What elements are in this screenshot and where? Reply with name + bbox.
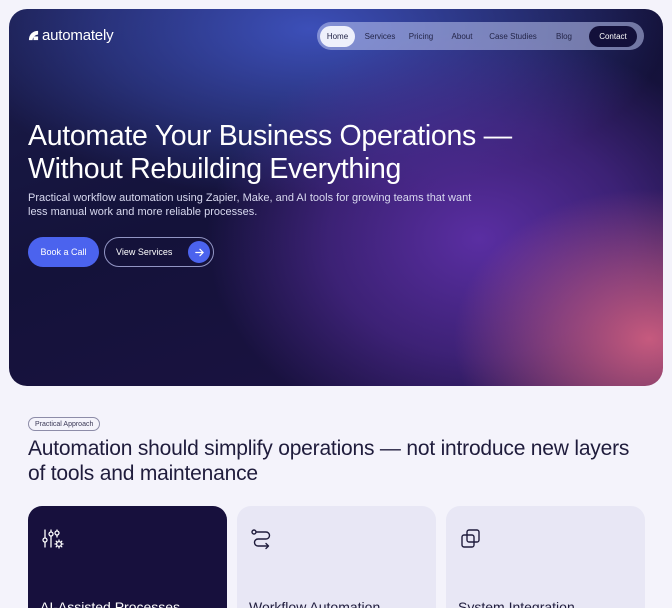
hero-section: automately Home Services Pricing About C… — [9, 9, 663, 386]
contact-button[interactable]: Contact — [589, 25, 637, 47]
card-ai-assisted-processes[interactable]: AI-Assisted Processes — [28, 506, 227, 608]
book-call-button[interactable]: Book a Call — [28, 237, 99, 267]
section-badge: Practical Approach — [28, 417, 101, 431]
book-call-label: Book a Call — [40, 247, 87, 257]
brand-logo[interactable]: automately — [28, 27, 114, 44]
nav-home[interactable]: Home — [320, 25, 355, 47]
view-services-button[interactable]: View Services — [104, 237, 214, 267]
stacked-squares-icon — [459, 527, 483, 551]
sliders-gear-icon — [41, 527, 65, 551]
arrow-right-icon — [188, 241, 210, 263]
card-title: AI-Assisted Processes — [40, 599, 181, 608]
hero-subtitle: Practical workflow automation using Zapi… — [28, 192, 472, 218]
workflow-route-icon — [250, 527, 274, 551]
main-nav: Home Services Pricing About Case Studies… — [317, 22, 644, 50]
card-title: Workflow Automation — [249, 599, 381, 608]
card-title: System Integration — [458, 599, 575, 608]
logo-mark-icon — [28, 30, 39, 41]
nav-blog[interactable]: Blog — [543, 26, 585, 47]
brand-name: automately — [42, 27, 114, 44]
section-title: Automation should simplify operations — … — [28, 437, 630, 485]
view-services-label: View Services — [116, 247, 173, 257]
card-workflow-automation[interactable]: Workflow Automation — [237, 506, 436, 608]
card-system-integration[interactable]: System Integration — [446, 506, 645, 608]
hero-title: Automate Your Business Operations — With… — [28, 120, 512, 185]
nav-services[interactable]: Services — [359, 26, 401, 47]
nav-about[interactable]: About — [441, 26, 483, 47]
nav-case-studies[interactable]: Case Studies — [483, 26, 543, 47]
nav-pricing[interactable]: Pricing — [401, 26, 441, 47]
